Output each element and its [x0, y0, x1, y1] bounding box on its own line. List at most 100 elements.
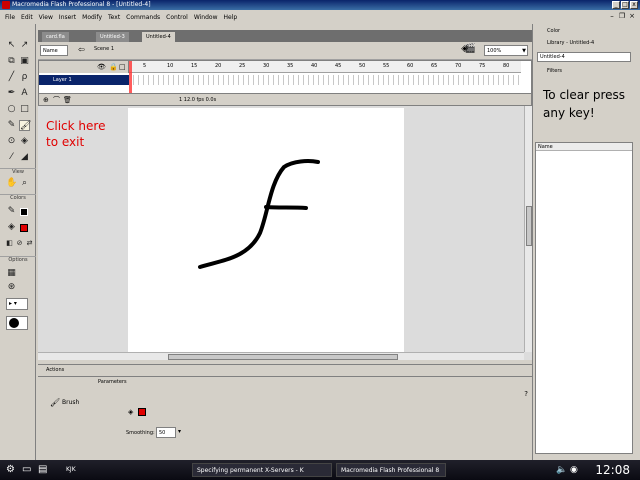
- paint-bucket-tool-icon[interactable]: ◈: [19, 136, 30, 147]
- fill-transform-tool-icon[interactable]: ▣: [19, 56, 30, 67]
- lock-fill-icon[interactable]: ⊛: [6, 282, 17, 293]
- selection-tool-icon[interactable]: ↖: [6, 40, 17, 51]
- tab-untitled-3[interactable]: Untitled-3: [96, 32, 129, 42]
- taskbar-window-browser[interactable]: Specifying permanent X-Servers - K: [192, 463, 332, 477]
- add-layer-icon[interactable]: ⊕: [43, 94, 49, 106]
- brush-shape-select[interactable]: [6, 316, 28, 330]
- horizontal-scroll-thumb[interactable]: [168, 354, 398, 360]
- click-to-exit-link[interactable]: Click here to exit: [46, 118, 116, 150]
- horizontal-scrollbar[interactable]: [38, 352, 524, 360]
- eyedropper-tool-icon[interactable]: ⁄: [6, 152, 17, 163]
- help-icon[interactable]: ?: [524, 390, 528, 398]
- tools-options-label: Options: [0, 256, 36, 263]
- parameters-tab[interactable]: Parameters: [98, 379, 127, 385]
- properties-header[interactable]: Parameters: [38, 376, 532, 386]
- menu-modify[interactable]: Modify: [79, 14, 105, 21]
- library-list-header: Name: [536, 143, 632, 151]
- back-arrow-icon[interactable]: ⇦: [78, 45, 85, 54]
- oval-tool-icon[interactable]: ○: [6, 104, 17, 115]
- lasso-tool-icon[interactable]: ρ: [19, 72, 30, 83]
- subselection-tool-icon[interactable]: ↗: [19, 40, 30, 51]
- timeline-ruler[interactable]: 5 10 15 20 25 30 35 40 45 50 55 60 65 70…: [129, 61, 521, 73]
- color-panel-header[interactable]: Color: [533, 26, 640, 36]
- taskbar-item-kjk[interactable]: KJK: [62, 463, 80, 477]
- library-panel-header[interactable]: Library - Untitled-4: [533, 38, 640, 48]
- tools-panel: ↖ ↗ ⧉ ▣ ╱ ρ ✒ A ○ □ ✎ 🖌 ⊙ ◈ ⁄ ◢ View ✋ ⌕…: [0, 24, 36, 460]
- pen-tool-icon[interactable]: ✒: [6, 88, 17, 99]
- filters-panel-header[interactable]: Filters: [533, 66, 640, 76]
- menu-control[interactable]: Control: [163, 14, 191, 21]
- hand-tool-icon[interactable]: ✋: [6, 178, 17, 189]
- line-tool-icon[interactable]: ╱: [6, 72, 17, 83]
- window-title: Macromedia Flash Professional 8 - [Untit…: [12, 1, 151, 8]
- scene-name-field[interactable]: Name: [40, 45, 68, 56]
- doc-minimize-icon[interactable]: –: [608, 12, 616, 20]
- text-tool-icon[interactable]: A: [19, 88, 30, 99]
- actions-label: Actions: [46, 367, 65, 373]
- delete-layer-icon[interactable]: 🗑: [63, 94, 72, 106]
- edit-symbol-icon[interactable]: ◈: [461, 44, 468, 54]
- files-icon[interactable]: ▭: [18, 463, 35, 477]
- taskbar-window-flash[interactable]: Macromedia Flash Professional 8: [336, 463, 446, 477]
- taskbar: ⚙ ▭ ▤ KJK Specifying permanent X-Servers…: [0, 460, 640, 480]
- outline-layer-icon[interactable]: □: [119, 63, 126, 71]
- swap-colors-icon[interactable]: ⇄: [24, 238, 35, 249]
- desktop-icon[interactable]: ▤: [34, 463, 51, 477]
- menu-commands[interactable]: Commands: [123, 14, 163, 21]
- zoom-select[interactable]: 100%: [484, 45, 528, 56]
- ink-bottle-tool-icon[interactable]: ⊙: [6, 136, 17, 147]
- ruler-tick: 70: [455, 63, 462, 69]
- fill-color-icon[interactable]: ◈: [6, 222, 17, 233]
- add-guide-icon[interactable]: ⌒: [53, 94, 60, 106]
- network-icon[interactable]: ◉: [566, 463, 582, 477]
- scene-label: Scene 1: [94, 46, 115, 52]
- zoom-tool-icon[interactable]: ⌕: [19, 178, 30, 189]
- stroke-color-swatch[interactable]: [20, 208, 28, 216]
- ruler-tick: 75: [479, 63, 486, 69]
- library-list[interactable]: Name: [535, 142, 633, 454]
- stage-canvas[interactable]: [128, 108, 404, 352]
- props-fill-color-swatch[interactable]: [138, 408, 146, 416]
- pencil-tool-icon[interactable]: ✎: [6, 120, 17, 131]
- minimize-button[interactable]: _: [612, 1, 620, 9]
- menu-help[interactable]: Help: [221, 14, 241, 21]
- tab-untitled-4[interactable]: Untitled-4: [142, 32, 175, 42]
- free-transform-tool-icon[interactable]: ⧉: [6, 56, 17, 67]
- vertical-scrollbar[interactable]: [524, 106, 532, 352]
- edit-bar: Name ⇦ Scene 1 🎬 ◈ 100%: [38, 42, 532, 60]
- doc-restore-icon[interactable]: ❐: [618, 12, 626, 20]
- stroke-color-icon[interactable]: ✎: [6, 206, 17, 217]
- flash-app-icon: [2, 1, 10, 9]
- maximize-button[interactable]: □: [621, 1, 629, 9]
- layer-row[interactable]: Layer 1: [39, 75, 129, 85]
- menu-insert[interactable]: Insert: [56, 14, 79, 21]
- menu-view[interactable]: View: [36, 14, 56, 21]
- library-select[interactable]: Untitled-4: [537, 52, 631, 62]
- doc-close-icon[interactable]: ×: [628, 12, 636, 20]
- fill-color-swatch[interactable]: [20, 224, 28, 232]
- actions-panel-bar[interactable]: Actions: [38, 364, 532, 374]
- clock: 12:08: [595, 463, 630, 477]
- close-button[interactable]: x: [630, 1, 638, 9]
- ruler-tick: 50: [359, 63, 366, 69]
- menu-file[interactable]: File: [2, 14, 18, 21]
- show-layer-icon[interactable]: 👁: [97, 63, 106, 71]
- timeline-layer-header: 👁 🔒 □: [39, 61, 129, 73]
- start-menu-icon[interactable]: ⚙: [2, 463, 19, 477]
- rectangle-tool-icon[interactable]: □: [19, 104, 30, 115]
- menu-window[interactable]: Window: [191, 14, 221, 21]
- smoothing-dropdown-icon[interactable]: ▾: [178, 428, 181, 435]
- brush-tool-icon[interactable]: 🖌: [19, 120, 31, 131]
- brush-mode-icon[interactable]: ▦: [6, 268, 17, 279]
- ruler-tick: 15: [191, 63, 198, 69]
- smoothing-input[interactable]: 50: [156, 427, 176, 438]
- menu-edit[interactable]: Edit: [18, 14, 36, 21]
- tab-card-fla[interactable]: card.fla: [42, 32, 69, 42]
- brush-size-select[interactable]: ▸ ▾: [6, 298, 28, 310]
- title-bar: Macromedia Flash Professional 8 - [Untit…: [0, 0, 640, 10]
- eraser-tool-icon[interactable]: ◢: [19, 152, 30, 163]
- timeline-frames[interactable]: [129, 75, 521, 85]
- menu-text[interactable]: Text: [105, 14, 123, 21]
- smoothing-label: Smoothing:: [126, 430, 155, 436]
- lock-layer-icon[interactable]: 🔒: [109, 63, 118, 71]
